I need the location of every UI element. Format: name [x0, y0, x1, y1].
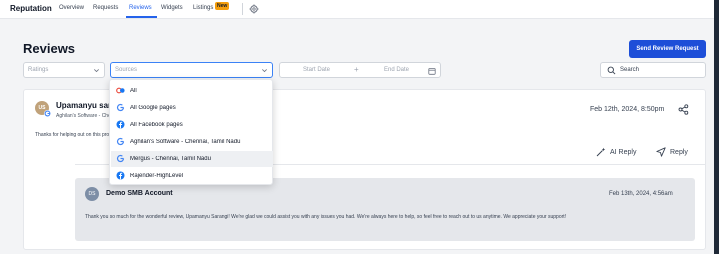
- business-response: DS Demo SMB Account Feb 13th, 2024, 4:56…: [75, 178, 695, 241]
- option-label: All Facebook pages: [130, 122, 183, 128]
- new-badge: New: [215, 2, 230, 10]
- window-edge: [714, 0, 719, 254]
- gear-icon[interactable]: [249, 4, 259, 14]
- option-label: Aghilan's Software - Chennai, Tamil Nadu: [130, 139, 241, 145]
- search-input[interactable]: Search: [620, 67, 639, 73]
- page-title: Reviews: [23, 41, 76, 56]
- sources-placeholder: Sources: [115, 67, 138, 73]
- end-date-field[interactable]: End Date: [384, 67, 409, 73]
- option-label: Rajender-HighLevel: [130, 173, 184, 179]
- ratings-filter[interactable]: Ratings: [23, 62, 105, 78]
- search-icon: [607, 66, 616, 75]
- ai-reply-label: AI Reply: [610, 148, 637, 156]
- start-date-field[interactable]: Start Date: [303, 67, 330, 73]
- option-label: All Google pages: [130, 105, 176, 111]
- source-option-all[interactable]: All: [111, 83, 273, 99]
- source-option-aghilans-software[interactable]: Aghilan's Software - Chennai, Tamil Nadu: [111, 134, 273, 150]
- tab-widgets[interactable]: Widgets: [161, 5, 183, 11]
- reply-label: Reply: [670, 148, 688, 156]
- nav-divider: [242, 3, 243, 15]
- review-date: Feb 12th, 2024, 8:50pm: [590, 106, 665, 113]
- share-icon[interactable]: [678, 104, 689, 115]
- source-option-all-google[interactable]: All Google pages: [111, 100, 273, 116]
- google-icon: [44, 110, 51, 117]
- date-range-picker[interactable]: Start Date + End Date: [279, 62, 441, 78]
- search-box[interactable]: Search: [600, 62, 706, 78]
- chevron-down-icon: [262, 69, 267, 73]
- facebook-icon: [116, 120, 125, 129]
- range-separator: +: [354, 65, 359, 74]
- tab-listings[interactable]: Listings: [193, 5, 213, 11]
- tab-reviews[interactable]: Reviews: [129, 5, 152, 11]
- active-tab-indicator: [126, 16, 157, 18]
- chevron-down-icon: [94, 69, 99, 73]
- business-avatar: DS: [85, 187, 99, 201]
- brand-title: Reputation: [10, 4, 52, 13]
- option-label: All: [130, 88, 137, 94]
- google-icon: [116, 154, 125, 163]
- tab-requests[interactable]: Requests: [93, 5, 118, 11]
- source-option-rajender-highlevel[interactable]: Rajender-HighLevel: [111, 168, 273, 184]
- source-option-mergus[interactable]: Mergus - Chennai, Tamil Nadu: [111, 151, 273, 167]
- ai-reply-button[interactable]: AI Reply: [596, 147, 636, 157]
- google-icon: [116, 137, 125, 146]
- ratings-placeholder: Ratings: [28, 67, 49, 73]
- facebook-icon: [116, 171, 125, 180]
- top-nav: Reputation Overview Requests Reviews Wid…: [0, 0, 714, 19]
- response-text: Thank you so much for the wonderful revi…: [85, 214, 567, 220]
- magic-wand-icon: [596, 147, 606, 157]
- option-label: Mergus - Chennai, Tamil Nadu: [130, 156, 211, 162]
- tab-overview[interactable]: Overview: [59, 5, 84, 11]
- sources-filter[interactable]: Sources: [110, 62, 273, 78]
- calendar-icon: [428, 68, 436, 75]
- google-icon: [116, 103, 125, 112]
- source-option-all-facebook[interactable]: All Facebook pages: [111, 117, 273, 133]
- sources-dropdown-menu: All All Google pages All Facebook pages …: [109, 79, 273, 185]
- review-text: Thanks for helping out on this project!: [35, 132, 119, 138]
- google-facebook-icon: [116, 87, 125, 94]
- response-date: Feb 13th, 2024, 4:56am: [609, 191, 673, 197]
- send-review-request-button[interactable]: Send Review Request: [629, 40, 706, 58]
- reply-button[interactable]: Reply: [656, 147, 688, 157]
- business-name: Demo SMB Account: [106, 190, 173, 197]
- send-icon: [656, 147, 666, 157]
